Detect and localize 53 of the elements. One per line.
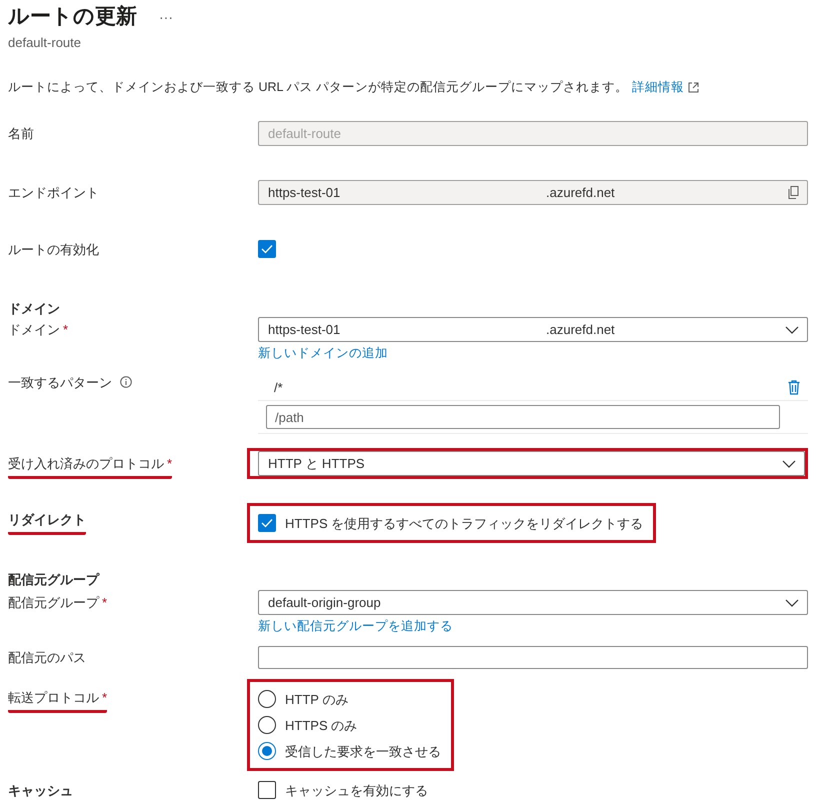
field-label: 一致するパターン <box>8 374 132 391</box>
field-label: 転送プロトコル * <box>8 689 108 713</box>
field-value: HTTP と HTTPS <box>268 455 365 472</box>
page-subtitle: default-route <box>8 34 82 51</box>
chevron-icon <box>785 326 799 334</box>
checkbox[interactable] <box>258 240 276 258</box>
copy-icon[interactable] <box>788 186 799 199</box>
description-text: ルートによって、ドメインおよび一致する URL パス パターンが特定の配信元グループにマップされます。 <box>8 79 628 96</box>
page-title: ルートの更新 <box>8 4 137 30</box>
checkmark-icon <box>261 518 273 528</box>
pattern-input[interactable]: /path <box>266 405 780 429</box>
field-label: 配信元グループ * <box>8 594 108 611</box>
delete-icon[interactable] <box>788 380 800 394</box>
dropdown[interactable]: https-test-01 .azurefd.net <box>258 317 808 342</box>
field-label: キャッシュ <box>8 782 73 798</box>
radio-button[interactable] <box>258 716 276 734</box>
field-value: .azurefd.net <box>546 184 615 201</box>
pattern-text: /* <box>274 378 283 396</box>
radio-button[interactable] <box>258 742 276 760</box>
radio-label: HTTP のみ <box>285 690 348 708</box>
chevron-icon <box>785 598 799 606</box>
radio-button[interactable] <box>258 690 276 708</box>
field-value: https-test-01 <box>268 321 342 338</box>
checkbox[interactable] <box>258 514 276 532</box>
field-label: 名前 <box>8 125 34 142</box>
checkbox-label: キャッシュを有効にする <box>285 782 428 798</box>
external-link-icon[interactable] <box>688 82 699 93</box>
dropdown[interactable]: HTTP と HTTPS <box>258 451 805 476</box>
more-button[interactable]: ··· <box>159 8 173 26</box>
checkbox-label: HTTPS を使用するすべてのトラフィックをリダイレクトする <box>285 514 644 532</box>
field-label: 配信元のパス <box>8 649 86 666</box>
radio-label: 受信した要求を一致させる <box>285 742 441 760</box>
add-link[interactable]: 新しい配信元グループを追加する <box>258 618 453 635</box>
section-heading: 配信元グループ <box>8 571 99 588</box>
chevron-icon <box>782 460 796 468</box>
radio-label: HTTPS のみ <box>285 716 358 734</box>
checkmark-icon <box>261 244 273 254</box>
field-label: 受け入れ済みのプロトコル * <box>8 455 172 479</box>
field-value: default-origin-group <box>268 594 381 611</box>
field-value: .azurefd.net <box>546 321 615 338</box>
section-heading: ドメイン <box>8 300 60 317</box>
endpoint-field[interactable]: https-test-01 .azurefd.net <box>258 180 808 205</box>
field-label: ドメイン * <box>8 321 68 338</box>
field-label: リダイレクト <box>8 511 86 535</box>
learn-more-link[interactable]: 詳細情報 <box>632 79 684 96</box>
dropdown[interactable]: default-origin-group <box>258 590 808 615</box>
checkbox[interactable] <box>258 781 276 799</box>
path-input[interactable] <box>258 646 808 669</box>
add-link[interactable]: 新しいドメインの追加 <box>258 345 388 362</box>
field-value: https-test-01 <box>268 184 342 201</box>
field-label: エンドポイント <box>8 184 99 201</box>
info-icon[interactable] <box>120 376 132 388</box>
field-label: ルートの有効化 <box>8 240 99 258</box>
